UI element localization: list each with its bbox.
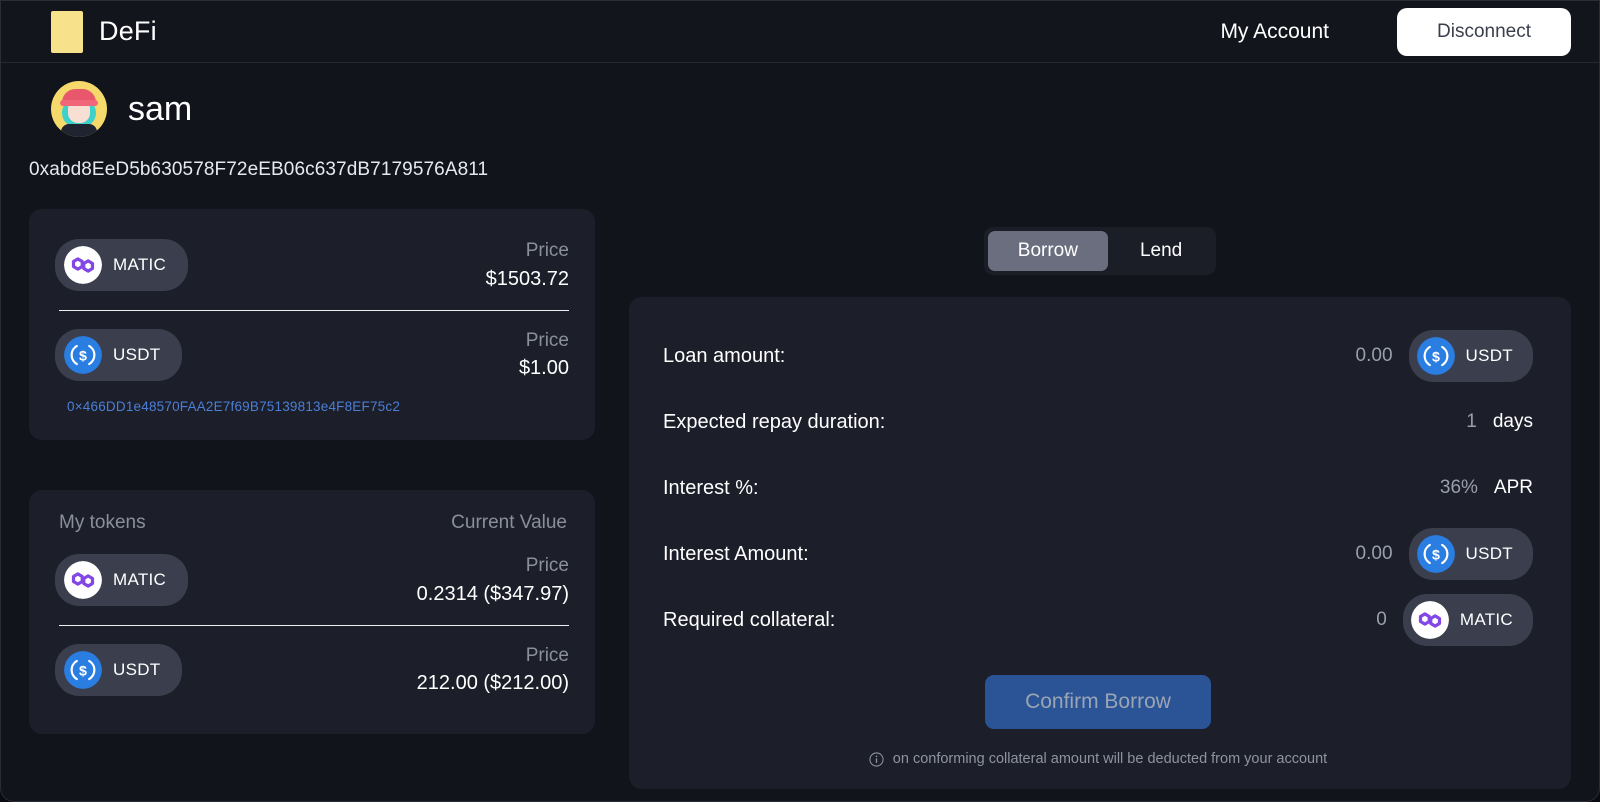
wallet-address[interactable]: 0xabd8EeD5b630578F72eEB06c637dB7179576A8… [29,137,1571,181]
price-amount: $1503.72 [485,267,569,290]
disconnect-button[interactable]: Disconnect [1397,7,1571,56]
avatar-hat-brim [60,100,98,106]
token-symbol: MATIC [113,570,167,590]
my-tokens-label: My tokens [59,512,146,534]
holding-amount: 0.2314 ($347.97) [416,582,569,605]
repay-duration-unit: days [1492,411,1533,432]
collateral-note: on conforming collateral amount will be … [663,729,1533,767]
form-right: 0 MATIC [1376,594,1533,646]
form-right: 36% APR [1440,477,1533,499]
form-right: 0.00 $ USDT [1356,330,1533,382]
left-column: MATIC Price $1503.72 $ USDT Price $1.00 … [29,209,595,735]
my-token-row-matic: MATIC Price 0.2314 ($347.97) [29,542,595,619]
avatar-body [61,124,97,137]
form-label: Expected repay duration: [663,410,886,433]
brand: DeFi [51,10,157,53]
card-divider [59,624,569,626]
svg-text:$: $ [1432,350,1440,366]
required-collateral-value: 0 [1376,609,1387,630]
my-tokens-card: My tokens Current Value MATIC Price 0.23… [29,490,595,735]
app-header: DeFi My Account Disconnect [1,1,1599,63]
app-window: DeFi My Account Disconnect sam 0xabd8EeD… [0,0,1600,802]
avatar [51,81,107,137]
price-label: Price [525,555,569,577]
form-label: Loan amount: [663,344,786,367]
loan-amount-value[interactable]: 0.00 [1356,345,1393,367]
collateral-note-text: on conforming collateral amount will be … [892,751,1328,767]
matic-icon [1410,601,1449,639]
matic-icon [64,246,102,285]
form-row-interest-percent: Interest %: 36% APR [663,455,1533,521]
token-pill-usdt[interactable]: $ USDT [55,328,183,381]
confirm-borrow-button[interactable]: Confirm Borrow [985,675,1211,729]
token-pill-matic[interactable]: MATIC [55,239,189,292]
form-row-required-collateral: Required collateral: 0 MATIC [663,587,1533,653]
token-symbol: USDT [1465,544,1513,563]
usdt-icon: $ [64,650,102,689]
user-row: sam [29,63,1571,137]
mode-tabs: Borrow Lend [983,227,1217,275]
defi-logo-icon [51,10,83,53]
my-token-value-block: Price 212.00 ($212.00) [417,642,569,699]
form-row-loan-amount: Loan amount: 0.00 $ USDT [663,323,1533,389]
repay-duration-value[interactable]: 1 [1466,411,1477,433]
token-symbol: MATIC [1459,610,1513,629]
tabs-wrap: Borrow Lend [629,209,1571,275]
price-value-block: Price $1503.72 [486,237,569,294]
my-token-row-usdt: $ USDT Price 212.00 ($212.00) [29,632,595,709]
token-pill-usdt[interactable]: $ USDT [55,643,183,696]
form-label: Required collateral: [663,608,836,631]
matic-icon [64,561,102,600]
price-label: Price [525,644,569,666]
current-value-label: Current Value [451,512,567,534]
interest-percent-unit: APR [1493,477,1533,498]
token-selector-usdt[interactable]: $ USDT [1408,528,1533,580]
form-row-interest-amount: Interest Amount: 0.00 $ USDT [663,521,1533,587]
right-column: Borrow Lend Loan amount: 0.00 $ USDT Exp… [629,209,1571,789]
confirm-wrap: Confirm Borrow [663,653,1533,729]
form-right: 0.00 $ USDT [1356,528,1533,580]
token-symbol: USDT [113,344,161,364]
svg-text:$: $ [1432,548,1440,564]
svg-text:$: $ [79,349,87,365]
price-row-matic: MATIC Price $1503.72 [29,227,595,304]
token-symbol: MATIC [113,255,167,275]
form-right: 1 days [1466,411,1533,433]
token-selector-matic[interactable]: MATIC [1402,594,1533,646]
holding-amount: 212.00 ($212.00) [416,672,569,695]
tab-lend[interactable]: Lend [1110,231,1212,271]
price-label: Price [525,240,569,261]
form-label: Interest Amount: [663,542,809,565]
usdt-icon: $ [1416,535,1455,573]
price-row-usdt: $ USDT Price $1.00 [29,317,595,394]
usdt-contract-link[interactable]: 0×466DD1e48570FAA2E7f69B75139813e4F8EF75… [29,393,595,414]
usdt-icon: $ [1416,337,1455,375]
price-card: MATIC Price $1503.72 $ USDT Price $1.00 … [29,209,595,441]
token-pill-matic[interactable]: MATIC [55,554,189,607]
interest-percent-value: 36% [1439,477,1478,498]
svg-text:$: $ [79,664,87,680]
form-label: Interest %: [663,476,759,499]
brand-name: DeFi [99,16,157,46]
price-value-block: Price $1.00 [519,327,569,384]
my-account-link[interactable]: My Account [1220,20,1329,44]
token-symbol: USDT [113,659,161,679]
info-icon [869,751,884,767]
token-symbol: USDT [1465,346,1513,365]
price-label: Price [525,329,569,351]
usdt-icon: $ [64,335,102,374]
content-columns: MATIC Price $1503.72 $ USDT Price $1.00 … [29,209,1571,789]
page-body: sam 0xabd8EeD5b630578F72eEB06c637dB71795… [1,63,1599,801]
price-amount: $1.00 [518,357,569,380]
card-divider [59,309,569,311]
borrow-form-panel: Loan amount: 0.00 $ USDT Expected repay … [629,297,1571,789]
my-token-value-block: Price 0.2314 ($347.97) [417,552,569,609]
form-row-repay-duration: Expected repay duration: 1 days [663,389,1533,455]
token-selector-usdt[interactable]: $ USDT [1408,330,1533,382]
username: sam [128,89,193,128]
interest-amount-value: 0.00 [1355,543,1393,564]
tab-borrow[interactable]: Borrow [987,231,1108,271]
my-tokens-header: My tokens Current Value [29,512,595,542]
